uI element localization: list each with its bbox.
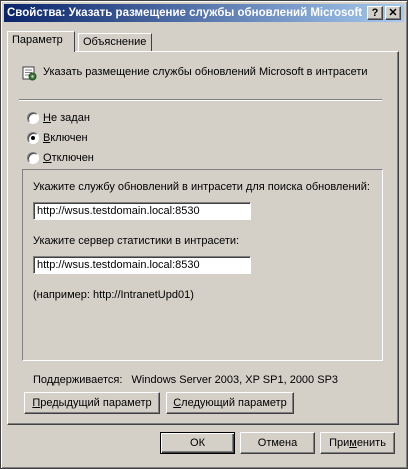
cancel-button[interactable]: Отмена xyxy=(240,432,315,454)
previous-setting-button[interactable]: Предыдущий параметр xyxy=(24,392,160,414)
stats-server-input[interactable] xyxy=(33,256,251,274)
supported-value: Windows Server 2003, XP SP1, 2000 SP3 xyxy=(131,374,339,386)
options-panel: Укажите службу обновлений в интрасети дл… xyxy=(22,169,383,361)
policy-title: Указать размещение службы обновлений Mic… xyxy=(43,66,368,78)
properties-dialog: Свойства: Указать размещение службы обно… xyxy=(0,0,408,469)
stats-server-label: Укажите сервер статистики в интрасети: xyxy=(33,235,240,247)
radio-circle[interactable] xyxy=(27,112,39,124)
apply-button[interactable]: Применить xyxy=(320,432,395,454)
radio-circle[interactable] xyxy=(27,152,39,164)
radio-label: Не задан xyxy=(43,112,90,124)
update-service-label: Укажите службу обновлений в интрасети дл… xyxy=(33,181,370,193)
help-button[interactable]: ? xyxy=(367,6,383,20)
tab-explanation[interactable]: Объяснение xyxy=(78,33,152,51)
radio-label: Включен xyxy=(43,132,88,144)
separator xyxy=(19,99,382,101)
next-setting-button[interactable]: Следующий параметр xyxy=(166,392,294,414)
supported-label: Поддерживается: xyxy=(33,374,123,386)
tab-parameter[interactable]: Параметр xyxy=(7,31,75,52)
radio-circle[interactable] xyxy=(27,132,39,144)
update-service-input[interactable] xyxy=(33,202,251,220)
example-text: (например: http://IntranetUpd01) xyxy=(33,289,194,301)
policy-settings-icon xyxy=(22,66,37,81)
ok-button[interactable]: ОК xyxy=(160,432,235,454)
close-button[interactable]: ✕ xyxy=(385,6,401,20)
window-title: Свойства: Указать размещение службы обно… xyxy=(7,7,363,19)
close-icon: ✕ xyxy=(388,7,398,19)
supported-on: Поддерживается: Windows Server 2003, XP … xyxy=(33,374,338,386)
title-bar: Свойства: Указать размещение службы обно… xyxy=(4,4,404,22)
radio-label: Отключен xyxy=(43,152,94,164)
